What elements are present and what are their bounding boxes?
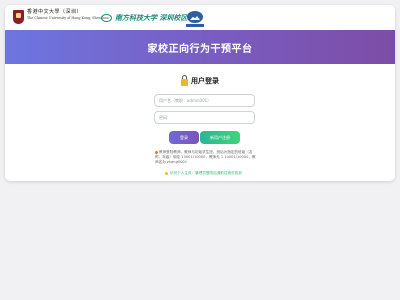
login-card: 香港中文大學（深圳） The Chinese University of Hon…: [5, 5, 395, 181]
logo-bar: 香港中文大學（深圳） The Chinese University of Hon…: [5, 5, 395, 30]
register-button[interactable]: 新用户注册: [200, 131, 240, 144]
nsu-name: 南方科技大学 深圳校区: [115, 13, 188, 22]
password-input[interactable]: [154, 111, 255, 124]
guide-text[interactable]: 访问个人主页：管理员登陆后请前往首页找到: [170, 171, 242, 175]
cuhk-name-cn: 香港中文大學（深圳）: [27, 9, 83, 15]
nsu-logo: 南方科技大学 深圳校区: [101, 13, 187, 23]
nsu-mark-icon: [101, 14, 112, 22]
title-banner: 家校正向行为干预平台: [5, 30, 395, 64]
cuhk-crest-icon: [13, 10, 24, 24]
cuhk-name-en: The Chinese University of Hong Kong, She…: [27, 16, 109, 20]
notice-text: 教师登陆教师，教师与初始学生班，然后为指定的班级（名称、年级）绑定 10001/…: [155, 150, 256, 164]
notice-text-block: 教师登陆教师，教师与初始学生班，然后为指定的班级（名称、年级）绑定 10001/…: [154, 149, 259, 165]
login-heading: 用户登录: [5, 75, 395, 86]
cuhk-logo: 香港中文大學（深圳） The Chinese University of Hon…: [13, 10, 109, 24]
lock-icon: [181, 75, 188, 86]
login-title: 用户登录: [191, 77, 219, 85]
username-input[interactable]: [154, 94, 255, 107]
guide-link[interactable]: 访问个人主页：管理员登陆后请前往首页找到: [165, 171, 242, 176]
location-pin-icon: [154, 149, 159, 155]
lightbulb-icon: [165, 171, 168, 175]
login-button[interactable]: 登录: [169, 131, 199, 144]
emblem-icon: [186, 11, 204, 28]
page-title: 家校正向行为干预平台: [147, 43, 253, 55]
